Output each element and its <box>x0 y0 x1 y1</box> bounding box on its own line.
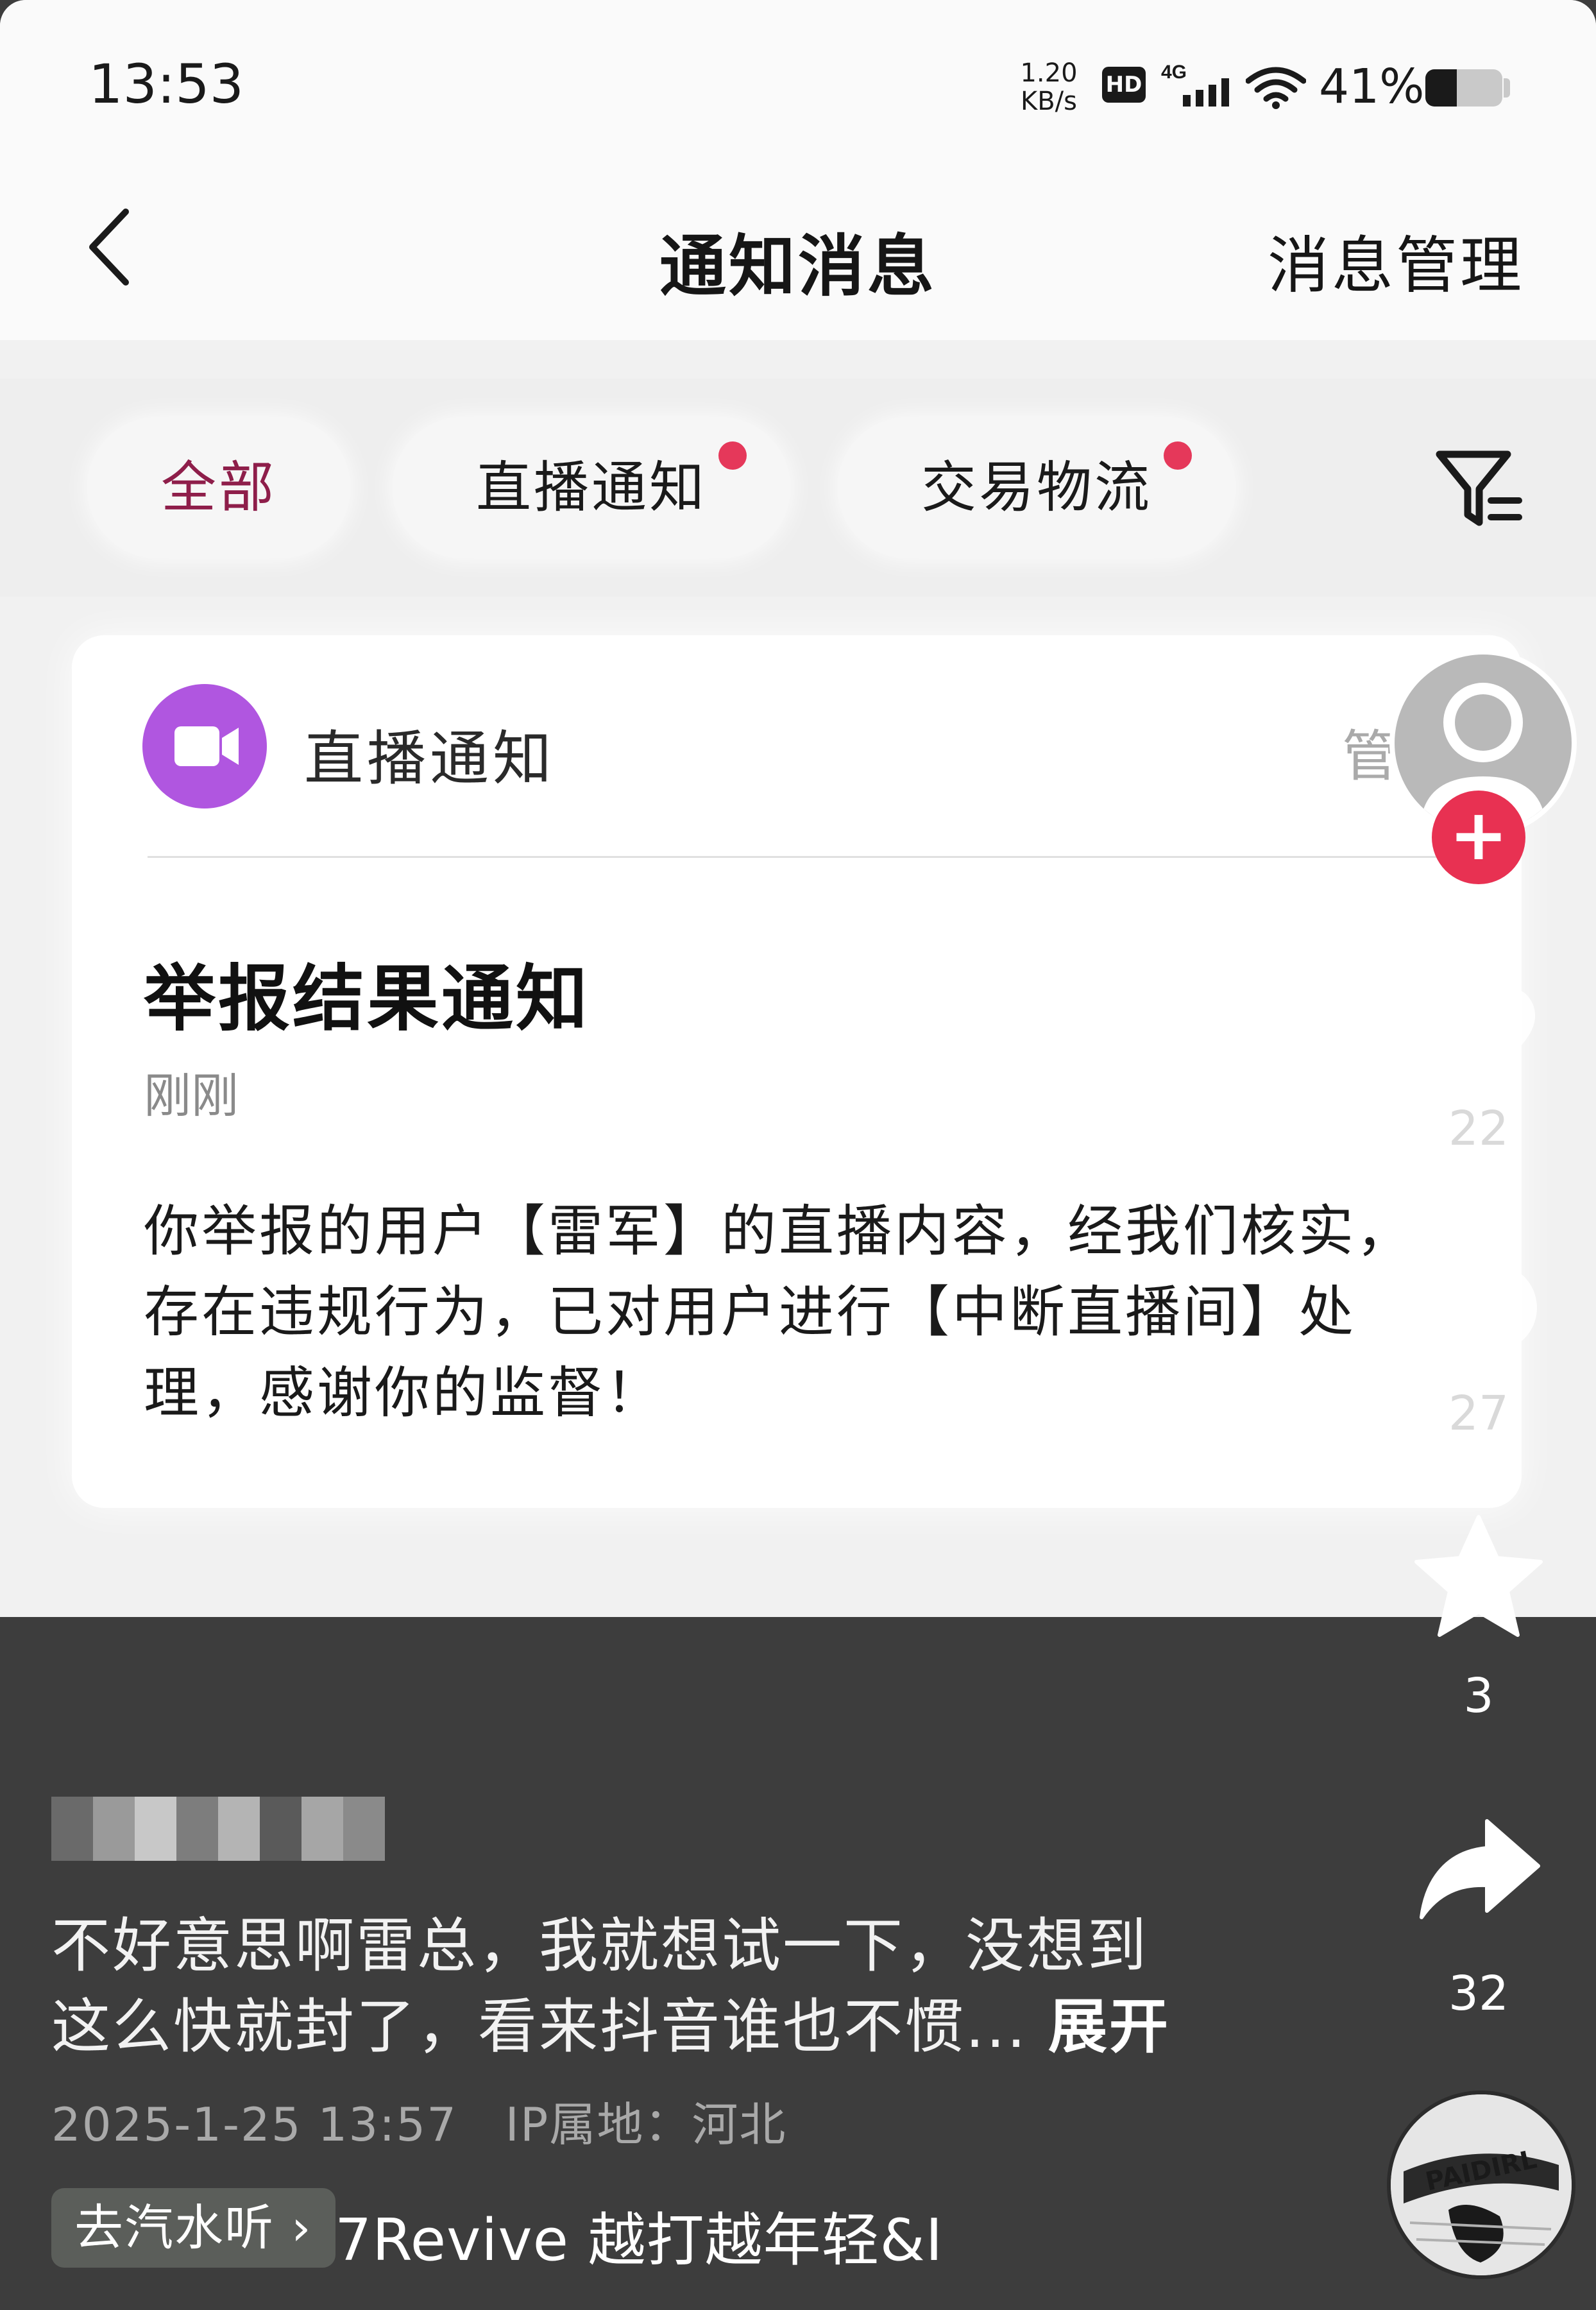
masked-username[interactable] <box>51 1797 385 1861</box>
live-channel-avatar <box>142 684 267 809</box>
video-camera-icon <box>174 726 239 766</box>
music-track-title[interactable]: 7Revive 越打越年轻&I <box>335 2193 943 2277</box>
unread-dot <box>1164 441 1192 470</box>
mosaic-block <box>301 1797 343 1861</box>
tab-all[interactable]: 全部 <box>87 417 350 558</box>
post-meta: 2025-1-25 13:57 IP属地：河北 <box>51 2087 786 2154</box>
header: 通知消息 消息管理 <box>0 160 1596 340</box>
status-time: 13:53 <box>89 53 244 116</box>
notification-card[interactable]: 直播通知 管 举报结果通知 刚刚 你举报的用户【雷军】的直播内容，经我们核实，存… <box>72 635 1522 1508</box>
share-icon[interactable] <box>1415 1815 1543 1924</box>
notification-title: 举报结果通知 <box>144 957 590 1041</box>
favorite-count: 3 <box>1463 1668 1494 1724</box>
tab-label: 全部 <box>161 456 276 520</box>
divider <box>148 856 1514 858</box>
notification-time: 刚刚 <box>144 1068 239 1124</box>
network-type: 4G <box>1161 62 1187 83</box>
signal-icon: 4G <box>1161 62 1229 107</box>
network-speed: 1.20 KB/s <box>1014 59 1084 116</box>
network-speed-unit: KB/s <box>1021 87 1077 116</box>
star-icon[interactable] <box>1411 1512 1546 1640</box>
mosaic-block <box>93 1797 135 1861</box>
channel-manage-text[interactable]: 管 <box>1342 711 1397 791</box>
follow-button[interactable]: + <box>1432 791 1525 884</box>
mosaic-block <box>135 1797 176 1861</box>
tab-label: 直播通知 <box>476 456 707 520</box>
caption-line-2: 这么快就封了，看来抖音谁也不惯... 展开 <box>51 1987 1193 2067</box>
unread-dot <box>718 441 747 470</box>
caption-line-1: 不好意思啊雷总，我就想试一下，没想到 <box>51 1912 1149 1980</box>
mosaic-block <box>218 1797 260 1861</box>
heart-icon[interactable] <box>1411 975 1546 1091</box>
comment-count: 27 <box>1448 1386 1509 1441</box>
status-bar: 13:53 1.20 KB/s HD 4G 41% <box>0 0 1596 160</box>
open-in-soda-music-button[interactable]: 去汽水听 › <box>51 2188 335 2268</box>
hd-badge: HD <box>1102 67 1146 103</box>
expand-button[interactable]: 展开 <box>1048 1992 1170 2061</box>
ip-location: IP属地：河北 <box>505 2098 787 2152</box>
tab-bar: 全部 直播通知 交易物流 <box>0 379 1596 597</box>
mosaic-block <box>176 1797 218 1861</box>
music-disc[interactable]: PAIDIRL <box>1387 2091 1575 2279</box>
mosaic-block <box>260 1797 301 1861</box>
caption-line-2-text: 这么快就封了，看来抖音谁也不惯... <box>51 1992 1028 2061</box>
battery-icon <box>1425 69 1502 107</box>
mosaic-block <box>343 1797 385 1861</box>
battery-cap <box>1504 78 1510 98</box>
filter-icon[interactable] <box>1432 440 1528 536</box>
mosaic-block <box>51 1797 93 1861</box>
message-management-link[interactable]: 消息管理 <box>1268 216 1524 305</box>
post-caption: 不好意思啊雷总，我就想试一下，没想到 这么快就封了，看来抖音谁也不惯... 展开 <box>51 1906 1193 2067</box>
tab-trade-logistics[interactable]: 交易物流 <box>838 417 1235 558</box>
battery-level <box>1425 69 1457 107</box>
network-speed-value: 1.20 <box>1020 58 1078 88</box>
tab-label: 交易物流 <box>921 456 1152 520</box>
wifi-icon <box>1246 67 1306 109</box>
tab-live-notice[interactable]: 直播通知 <box>393 417 790 558</box>
notification-screenshot: 13:53 1.20 KB/s HD 4G 41% 通知消息 消息管理 全部 直… <box>0 0 1596 1617</box>
post-date: 2025-1-25 13:57 <box>51 2098 457 2152</box>
channel-name: 直播通知 <box>304 724 556 793</box>
battery-percent: 41% <box>1319 59 1425 114</box>
notification-body: 你举报的用户【雷军】的直播内容，经我们核实，存在违规行为，已对用户进行【中断直播… <box>144 1199 1414 1425</box>
comment-icon[interactable] <box>1415 1251 1543 1367</box>
like-count: 22 <box>1448 1101 1509 1156</box>
share-count: 32 <box>1448 1966 1509 2021</box>
